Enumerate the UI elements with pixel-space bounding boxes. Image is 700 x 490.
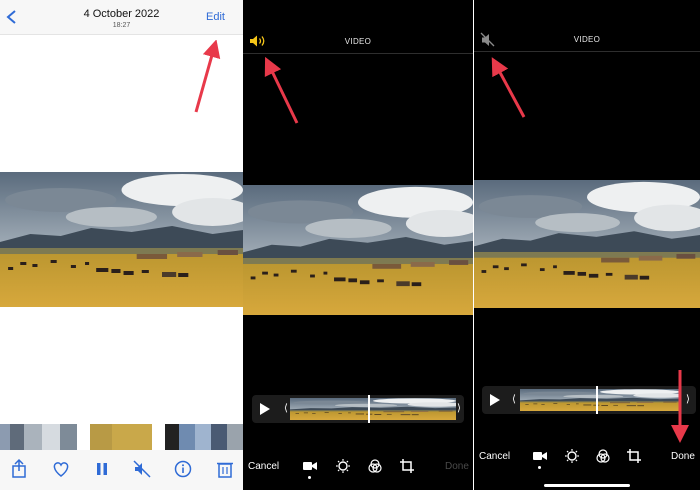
bottom-toolbar [0, 450, 243, 490]
video-preview[interactable] [474, 180, 700, 308]
thumbnail[interactable] [195, 424, 211, 450]
editor-title: VIDEO [573, 35, 601, 44]
adjust-dial-icon[interactable] [335, 458, 351, 474]
video-editor-sound-muted: VIDEO ⟨ ⟩ Cancel Done [474, 0, 700, 490]
thumbnail-strip[interactable] [0, 424, 243, 450]
thumbnail[interactable] [179, 424, 195, 450]
header-divider [474, 51, 700, 52]
share-icon[interactable] [8, 458, 30, 480]
video-frame[interactable] [0, 172, 243, 307]
thumbnail[interactable] [165, 424, 179, 450]
thumbnail[interactable] [24, 424, 42, 450]
thumbnail[interactable] [42, 424, 60, 450]
adjust-dial-icon[interactable] [564, 448, 580, 464]
playhead[interactable] [368, 395, 370, 423]
chevron-left-icon[interactable] [5, 10, 19, 24]
header-divider [243, 53, 473, 54]
selected-tab-dot [308, 476, 311, 479]
video-camera-icon[interactable] [302, 459, 318, 473]
thumbnail[interactable] [227, 424, 243, 450]
thumbnail[interactable] [0, 424, 10, 450]
done-button[interactable]: Done [671, 451, 695, 462]
filmstrip[interactable] [520, 389, 680, 411]
home-indicator [544, 484, 630, 487]
video-camera-icon[interactable] [532, 449, 548, 463]
cancel-button[interactable]: Cancel [479, 451, 510, 462]
red-arrow-annotation [671, 370, 689, 443]
done-button[interactable]: Done [445, 461, 469, 472]
trim-handle-left[interactable]: ⟨ [284, 397, 288, 421]
heart-icon[interactable] [50, 458, 72, 480]
thumbnail[interactable] [60, 424, 77, 450]
thumbnail[interactable] [211, 424, 227, 450]
photo-date: 4 October 2022 [83, 8, 160, 20]
red-arrow-annotation [491, 57, 526, 118]
crop-icon[interactable] [626, 448, 642, 464]
filters-icon[interactable] [367, 458, 383, 474]
cancel-button[interactable]: Cancel [248, 461, 279, 472]
selected-tab-dot [538, 466, 541, 469]
edit-button[interactable]: Edit [206, 11, 225, 23]
red-arrow-annotation [264, 56, 299, 124]
trim-scrubber[interactable]: ⟨ ⟩ [252, 395, 464, 423]
trim-handle-left[interactable]: ⟨ [512, 388, 516, 412]
trim-scrubber[interactable]: ⟨ ⟩ [482, 386, 696, 414]
photo-time: 18:27 [112, 22, 131, 29]
playhead[interactable] [596, 386, 598, 414]
pause-icon[interactable] [91, 458, 113, 480]
thumbnail-current[interactable] [112, 424, 152, 450]
trash-icon[interactable] [214, 458, 236, 480]
speaker-muted-icon[interactable] [131, 458, 153, 480]
thumbnail-current[interactable] [90, 424, 112, 450]
editor-title: VIDEO [344, 37, 372, 46]
video-editor-sound-on: VIDEO ⟨ ⟩ Cancel Done [243, 0, 473, 490]
photos-viewer-panel: 4 October 2022 18:27 Edit [0, 0, 243, 490]
play-icon[interactable] [260, 403, 270, 415]
top-bar: 4 October 2022 18:27 Edit [0, 0, 243, 35]
red-arrow-annotation [194, 40, 221, 113]
filters-icon[interactable] [595, 448, 611, 464]
filmstrip[interactable] [290, 398, 456, 420]
crop-icon[interactable] [399, 458, 415, 474]
thumbnail[interactable] [10, 424, 24, 450]
info-icon[interactable] [172, 458, 194, 480]
trim-handle-right[interactable]: ⟩ [457, 397, 461, 421]
play-icon[interactable] [490, 394, 500, 406]
video-preview[interactable] [243, 185, 473, 315]
